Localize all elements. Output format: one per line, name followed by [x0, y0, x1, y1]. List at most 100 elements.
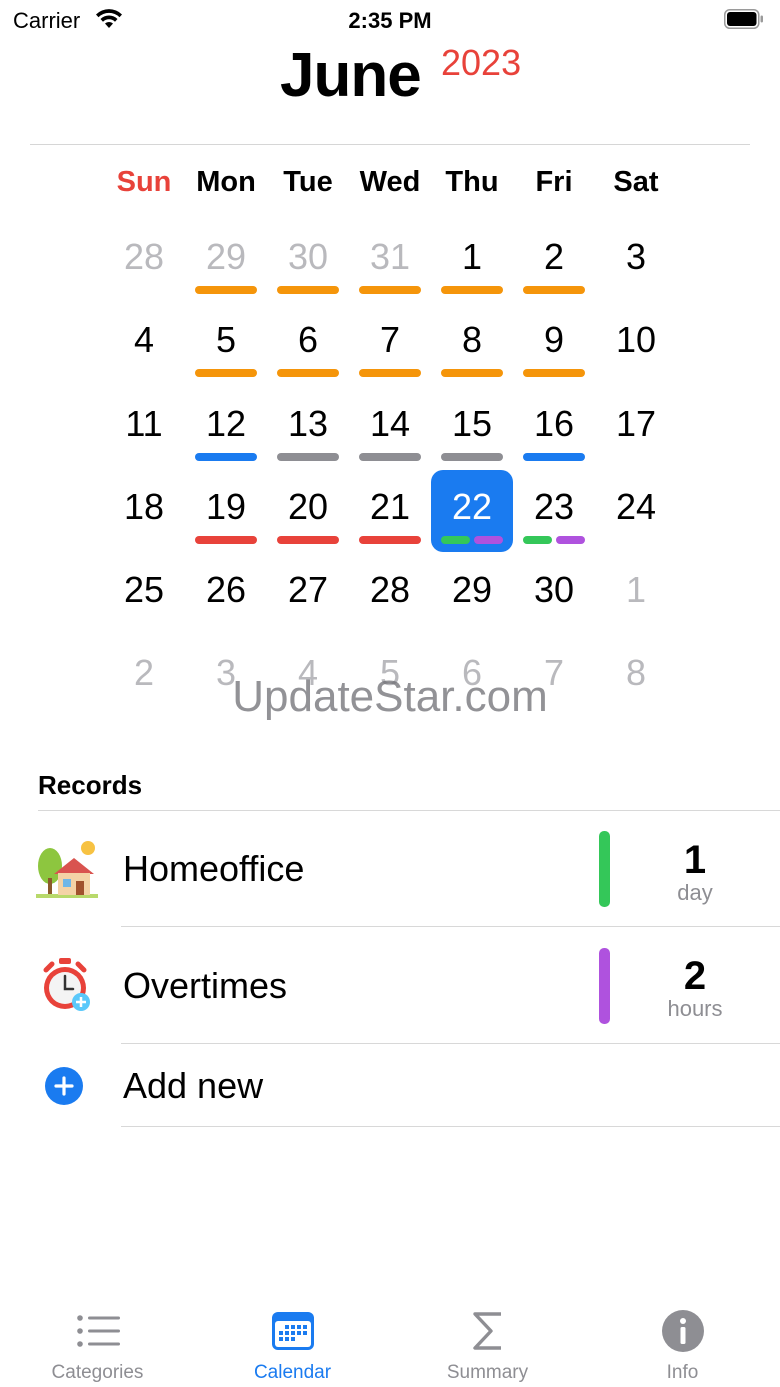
weekday-label: Tue: [283, 166, 333, 198]
tab-label: Summary: [446, 1362, 529, 1383]
record-name: Overtimes: [123, 965, 288, 1006]
day-number: 28: [369, 569, 411, 610]
add-new-label: Add new: [123, 1065, 264, 1106]
day-number: 24: [615, 486, 657, 527]
day-number: 1: [625, 569, 647, 610]
record-value: 1: [683, 838, 707, 882]
records-divider: [38, 810, 780, 811]
event-indicator: [441, 453, 503, 461]
calendar-day[interactable]: 18: [103, 470, 185, 552]
weekday-label: Fri: [535, 166, 573, 198]
sigma-icon: [473, 1312, 501, 1350]
calendar-day[interactable]: 3: [595, 220, 677, 302]
calendar-day[interactable]: 29: [431, 553, 513, 635]
day-number: 15: [451, 403, 493, 444]
record-unit: day: [677, 880, 713, 905]
calendar-icon: [272, 1312, 314, 1350]
tab-label: Info: [666, 1362, 699, 1383]
records-title: Records: [38, 770, 143, 800]
calendar-day[interactable]: 30: [513, 553, 595, 635]
stopwatch-icon: [43, 958, 90, 1011]
day-number: 18: [123, 486, 165, 527]
day-number: 31: [369, 236, 411, 277]
day-number: 8: [461, 319, 483, 360]
day-number: 10: [615, 319, 657, 360]
day-number: 21: [369, 486, 411, 527]
battery-icon: [724, 9, 763, 29]
calendar-day[interactable]: 1: [595, 553, 677, 635]
tab-label: Categories: [51, 1362, 144, 1383]
event-indicator: [277, 536, 339, 544]
day-number: 5: [215, 319, 237, 360]
day-number: 29: [451, 569, 493, 610]
event-indicator: [474, 536, 503, 544]
weekday-label: Thu: [445, 166, 499, 198]
day-number: 16: [533, 403, 575, 444]
tab-calendar[interactable]: Calendar: [195, 1290, 390, 1387]
day-number: 28: [123, 236, 165, 277]
calendar-day[interactable]: 28: [349, 553, 431, 635]
day-number: 11: [125, 403, 163, 444]
day-number: 26: [205, 569, 247, 610]
status-time: 2:35 PM: [348, 8, 432, 33]
calendar-day[interactable]: 10: [595, 303, 677, 385]
tab-categories[interactable]: Categories: [0, 1290, 195, 1387]
day-number: 20: [287, 486, 329, 527]
info-icon: [662, 1310, 704, 1352]
weekday-label: Sat: [613, 166, 659, 198]
day-number: 30: [533, 569, 575, 610]
event-indicator: [523, 286, 585, 294]
record-name: Homeoffice: [123, 848, 305, 889]
event-indicator: [195, 536, 257, 544]
day-number: 19: [205, 486, 247, 527]
month-header: June 2023: [0, 40, 780, 120]
calendar-day[interactable]: 24: [595, 470, 677, 552]
event-indicator: [195, 453, 257, 461]
house-icon: [36, 841, 98, 898]
day-number: 14: [369, 403, 411, 444]
event-indicator: [195, 286, 257, 294]
event-indicator: [195, 369, 257, 377]
day-number: 27: [287, 569, 329, 610]
tab-bar: Categories Calendar Summary Info: [0, 1290, 780, 1387]
day-number: 13: [287, 403, 329, 444]
event-indicator: [441, 286, 503, 294]
tab-summary[interactable]: Summary: [390, 1290, 585, 1387]
day-number: 6: [297, 319, 319, 360]
calendar-day[interactable]: 27: [267, 553, 349, 635]
day-number: 4: [133, 319, 155, 360]
event-indicator: [441, 369, 503, 377]
day-number: 9: [543, 319, 565, 360]
calendar-day[interactable]: 17: [595, 387, 677, 469]
record-color-strip: [599, 831, 610, 907]
event-indicator: [523, 369, 585, 377]
record-value: 2: [683, 954, 707, 998]
calendar-day[interactable]: 25: [103, 553, 185, 635]
header-divider: [30, 144, 750, 145]
weekday-label: Sun: [116, 166, 172, 198]
event-indicator: [359, 286, 421, 294]
record-color-strip: [599, 948, 610, 1024]
event-indicator: [359, 453, 421, 461]
day-number: 12: [205, 403, 247, 444]
event-indicator: [556, 536, 585, 544]
row-divider: [121, 1043, 780, 1044]
row-divider: [121, 926, 780, 927]
row-divider: [121, 1126, 780, 1127]
day-number: 1: [461, 236, 483, 277]
calendar-day[interactable]: 4: [103, 303, 185, 385]
event-indicator: [523, 453, 585, 461]
record-unit: hours: [667, 996, 723, 1021]
list-icon: [77, 1315, 120, 1347]
tab-info[interactable]: Info: [585, 1290, 780, 1387]
calendar-day[interactable]: 11: [103, 387, 185, 469]
calendar-day[interactable]: 26: [185, 553, 267, 635]
day-number: 17: [615, 403, 657, 444]
calendar-day[interactable]: 28: [103, 220, 185, 302]
event-indicator: [277, 286, 339, 294]
day-number: 23: [533, 486, 575, 527]
event-indicator: [277, 369, 339, 377]
add-icon: [45, 1067, 83, 1105]
status-bar: Carrier 2:35 PM: [0, 0, 780, 40]
day-number: 25: [123, 569, 165, 610]
